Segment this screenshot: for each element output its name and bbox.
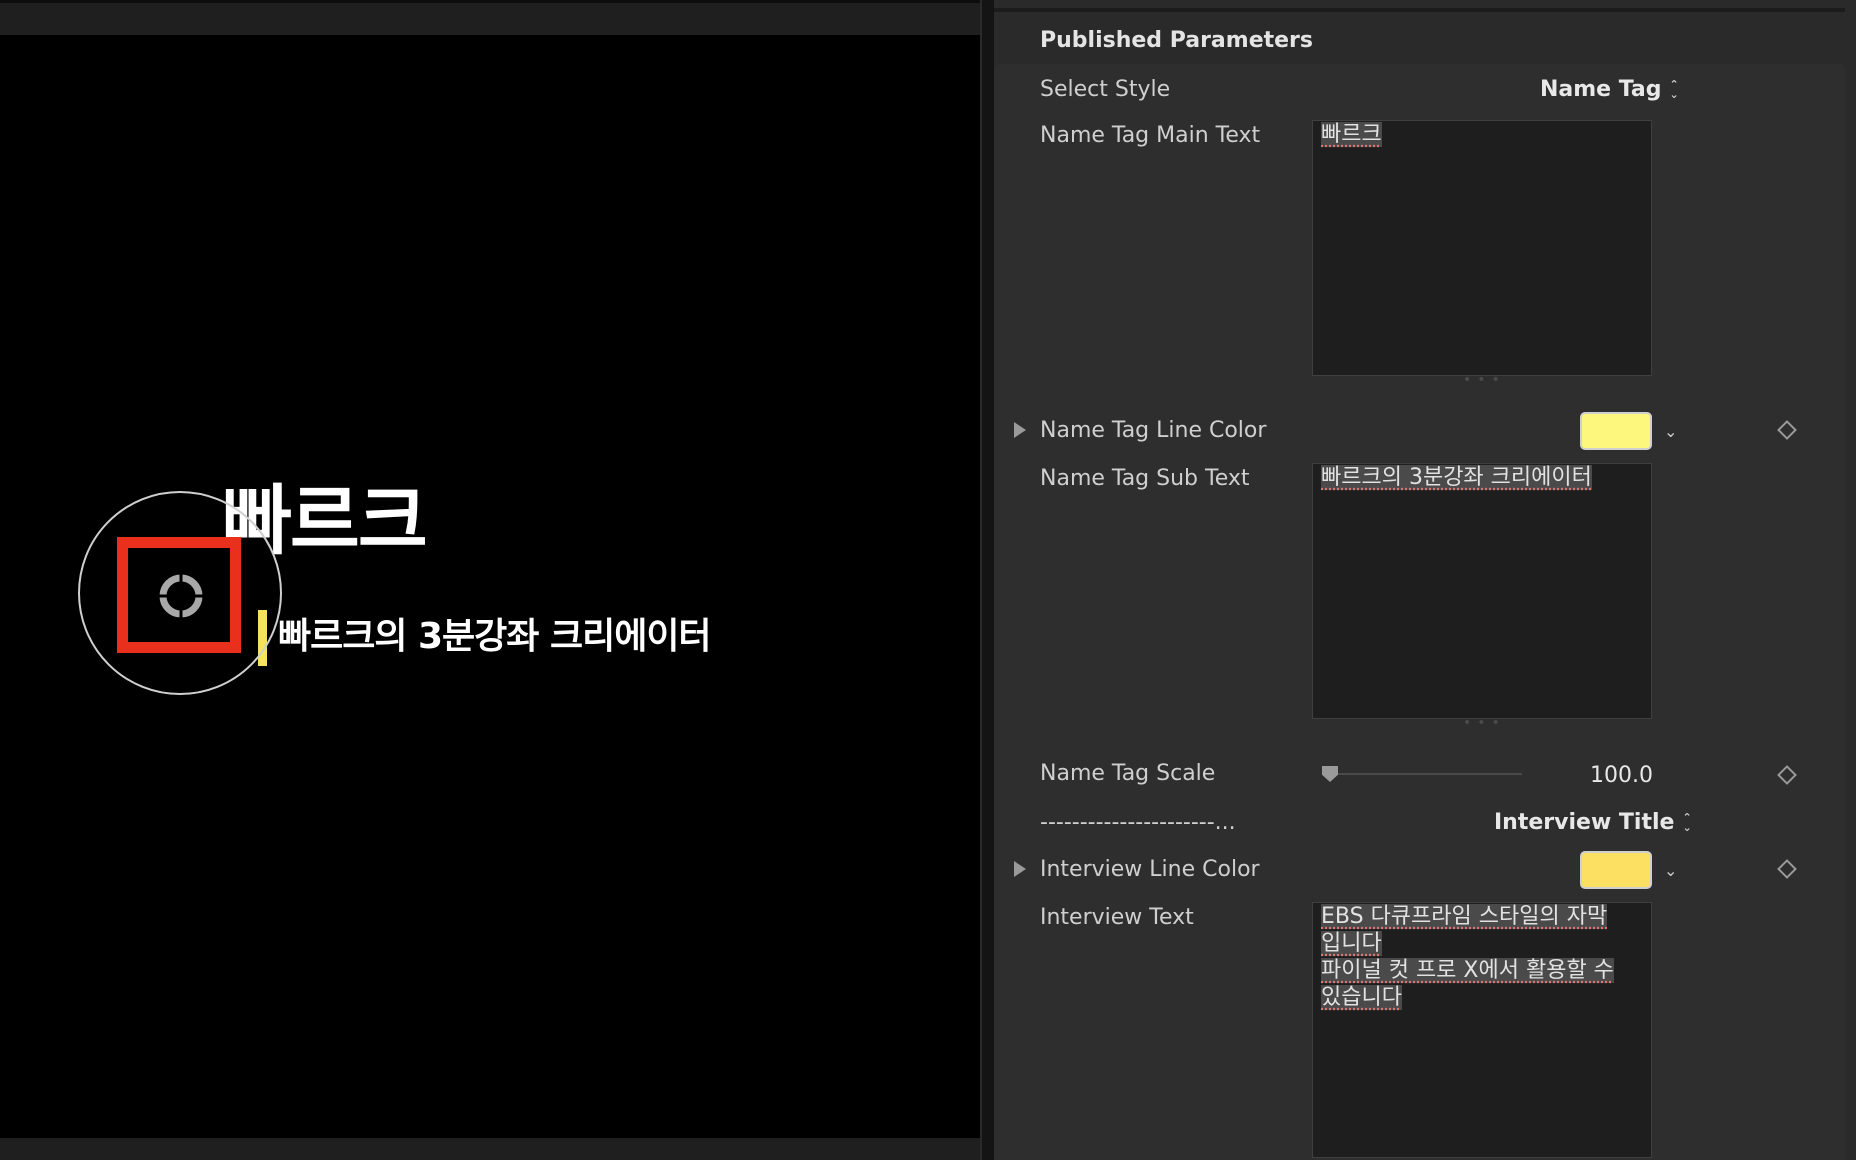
- interview-line-color-label: Interview Line Color: [1040, 857, 1260, 882]
- select-style-value: Name Tag: [1540, 77, 1662, 102]
- viewer-bottom-bar: [0, 1138, 980, 1160]
- name-tag-sub-text-field[interactable]: 빠르크의 3분강좌 크리에이터 •••: [1312, 463, 1652, 731]
- interview-text-line: 파이널 컷 프로 X에서 활용할 수: [1321, 958, 1614, 983]
- chevron-down-icon[interactable]: ⌄: [1664, 422, 1677, 441]
- interview-text-field[interactable]: EBS 다큐프라임 스타일의 자막 입니다 파이널 컷 프로 X에서 활용할 수…: [1312, 902, 1652, 1158]
- interview-text-line: 있습니다: [1321, 985, 1402, 1010]
- up-down-chevron-icon: ⌃ ⌄: [1669, 77, 1679, 101]
- panel-divider[interactable]: [980, 0, 994, 1160]
- interview-text-label: Interview Text: [1040, 905, 1194, 930]
- section-title[interactable]: Published Parameters: [1040, 28, 1313, 53]
- resize-grip-icon[interactable]: •••: [1463, 715, 1506, 731]
- name-tag-main-text-value: 빠르크: [1321, 122, 1382, 147]
- resize-grip-icon[interactable]: •••: [1463, 372, 1506, 388]
- select-style-popup[interactable]: Name Tag ⌃ ⌄: [1540, 77, 1679, 102]
- up-down-chevron-icon: ⌃ ⌄: [1682, 810, 1692, 834]
- canvas-subtitle[interactable]: 빠르크의 3분강좌 크리에이터: [278, 619, 712, 655]
- chevron-down-icon[interactable]: ⌄: [1664, 861, 1677, 880]
- anchor-point-icon[interactable]: [156, 571, 206, 621]
- interview-text-line: 입니다: [1321, 931, 1382, 956]
- name-tag-sub-text-label: Name Tag Sub Text: [1040, 466, 1250, 491]
- name-tag-scale-slider[interactable]: [1322, 773, 1522, 775]
- name-tag-scale-label: Name Tag Scale: [1040, 761, 1216, 786]
- disclosure-triangle-icon[interactable]: [1014, 861, 1026, 877]
- inspector-top-line: [994, 8, 1845, 12]
- interview-text-line: EBS 다큐프라임 스타일의 자막: [1321, 904, 1608, 929]
- viewer[interactable]: 빠르크 빠르크의 3분강좌 크리에이터: [0, 0, 980, 1160]
- name-tag-line-color-swatch[interactable]: [1580, 412, 1652, 450]
- inspector: Published Parameters Select Style Name T…: [994, 0, 1856, 1160]
- disclosure-triangle-icon[interactable]: [1014, 422, 1026, 438]
- interview-title-popup[interactable]: Interview Title ⌃ ⌄: [1494, 810, 1692, 835]
- select-style-label: Select Style: [1040, 77, 1171, 102]
- viewer-top-bar: [0, 0, 980, 35]
- interview-title-value: Interview Title: [1494, 810, 1675, 835]
- name-tag-main-text-field[interactable]: 빠르크 •••: [1312, 120, 1652, 388]
- name-tag-main-text-label: Name Tag Main Text: [1040, 123, 1261, 148]
- name-tag-sub-text-value: 빠르크의 3분강좌 크리에이터: [1321, 465, 1592, 490]
- separator-label: ----------------------...: [1040, 810, 1236, 835]
- name-tag-scale-value[interactable]: 100.0: [1590, 763, 1653, 788]
- name-tag-line-color-label: Name Tag Line Color: [1040, 418, 1267, 443]
- interview-line-color-swatch[interactable]: [1580, 851, 1652, 889]
